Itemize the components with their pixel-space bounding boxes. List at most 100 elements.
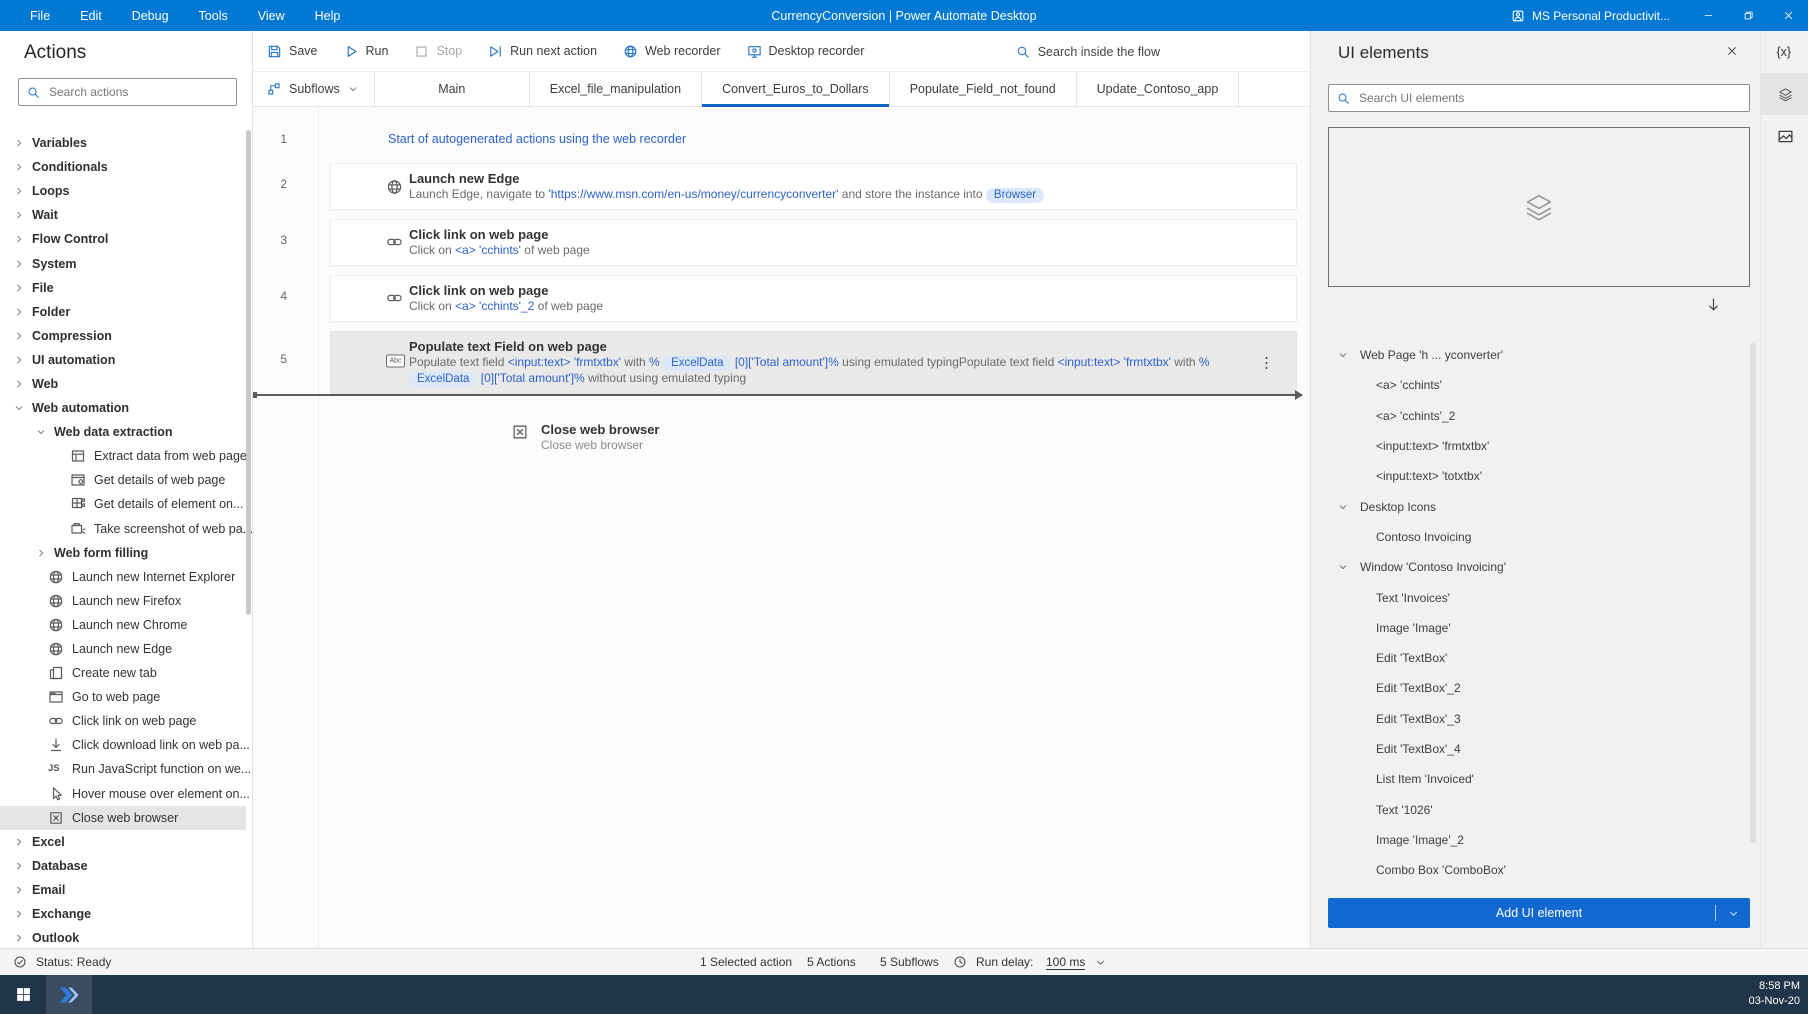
ui-elements-search-input[interactable] bbox=[1357, 90, 1741, 106]
sidebar-item-compression[interactable]: Compression bbox=[0, 324, 246, 348]
chevron-down-icon[interactable] bbox=[1728, 908, 1739, 919]
strip-variables-icon[interactable]: {x} bbox=[1761, 31, 1808, 73]
tab-convert-euros-to-dollars[interactable]: Convert_Euros_to_Dollars bbox=[702, 72, 890, 106]
ui-element-web-page-h-yconverter[interactable]: Web Page 'h ... yconverter' bbox=[1311, 340, 1746, 370]
sidebar-item-create-new-tab[interactable]: Create new tab bbox=[0, 661, 246, 685]
actions-search[interactable] bbox=[18, 78, 237, 106]
ui-element-image-image-2[interactable]: Image 'Image'_2 bbox=[1311, 825, 1746, 855]
account-label[interactable]: MS Personal Productivit... bbox=[1532, 9, 1670, 23]
ui-element-image-image[interactable]: Image 'Image' bbox=[1311, 613, 1746, 643]
strip-image-icon[interactable] bbox=[1761, 115, 1808, 157]
sidebar-item-folder[interactable]: Folder bbox=[0, 300, 246, 324]
sidebar-item-wait[interactable]: Wait bbox=[0, 203, 246, 227]
menu-view[interactable]: View bbox=[258, 9, 285, 23]
strip-layers-icon[interactable] bbox=[1761, 73, 1808, 115]
ui-element-edit-textbox-2[interactable]: Edit 'TextBox'_2 bbox=[1311, 673, 1746, 703]
ui-elements-scrollbar[interactable] bbox=[1750, 343, 1756, 843]
sidebar-item-flow-control[interactable]: Flow Control bbox=[0, 227, 246, 251]
sidebar-item-database[interactable]: Database bbox=[0, 854, 246, 878]
tab-excel-file-manipulation[interactable]: Excel_file_manipulation bbox=[530, 72, 702, 106]
ui-element-list-item-invoiced[interactable]: List Item 'Invoiced' bbox=[1311, 764, 1746, 794]
subflows-dropdown[interactable]: Subflows bbox=[253, 72, 375, 106]
web-recorder-button[interactable]: Web recorder bbox=[623, 44, 721, 59]
sidebar-item-excel[interactable]: Excel bbox=[0, 830, 246, 854]
sidebar-item-email[interactable]: Email bbox=[0, 878, 246, 902]
sidebar-item-variables[interactable]: Variables bbox=[0, 131, 246, 155]
minimize-button[interactable] bbox=[1688, 0, 1728, 31]
sidebar-item-go-to-web-page[interactable]: Go to web page bbox=[0, 685, 246, 709]
sidebar-item-exchange[interactable]: Exchange bbox=[0, 902, 246, 926]
sidebar-item-launch-new-internet-explorer[interactable]: Launch new Internet Explorer bbox=[0, 565, 246, 589]
sidebar-item-get-details-of-web-page[interactable]: Get details of web page bbox=[0, 468, 246, 492]
run-delay-dropdown[interactable] bbox=[1095, 957, 1106, 971]
ui-element-combo-box-combobox[interactable]: Combo Box 'ComboBox' bbox=[1311, 855, 1746, 885]
ui-element-window-contoso-invoicing[interactable]: Window 'Contoso Invoicing' bbox=[1311, 552, 1746, 582]
ui-element-edit-textbox-3[interactable]: Edit 'TextBox'_3 bbox=[1311, 704, 1746, 734]
sidebar-item-web[interactable]: Web bbox=[0, 372, 246, 396]
sidebar-item-close-web-browser[interactable]: Close web browser bbox=[0, 806, 246, 830]
run-button[interactable]: Run bbox=[344, 44, 389, 59]
ui-element-contoso-invoicing[interactable]: Contoso Invoicing bbox=[1311, 522, 1746, 552]
sidebar-item-web-data-extraction[interactable]: Web data extraction bbox=[0, 420, 246, 444]
row-menu-button[interactable]: ⋮ bbox=[1259, 355, 1274, 370]
add-ui-element-button[interactable]: Add UI element bbox=[1328, 898, 1750, 928]
desktop-recorder-button[interactable]: Desktop recorder bbox=[747, 44, 865, 59]
sidebar-item-launch-new-firefox[interactable]: Launch new Firefox bbox=[0, 589, 246, 613]
sidebar-item-label: Web data extraction bbox=[54, 425, 173, 439]
menu-help[interactable]: Help bbox=[315, 9, 341, 23]
sidebar-item-launch-new-edge[interactable]: Launch new Edge bbox=[0, 637, 246, 661]
run-delay-value[interactable]: 100 ms bbox=[1046, 955, 1085, 970]
flow-comment-row[interactable]: Start of autogenerated actions using the… bbox=[388, 132, 686, 146]
ui-element-text-1026[interactable]: Text '1026' bbox=[1311, 794, 1746, 824]
sidebar-item-conditionals[interactable]: Conditionals bbox=[0, 155, 246, 179]
ui-element-input-text-totxtbx[interactable]: <input:text> 'totxtbx' bbox=[1311, 461, 1746, 491]
menu-file[interactable]: File bbox=[30, 9, 50, 23]
tab-main[interactable]: Main bbox=[375, 72, 530, 106]
sidebar-item-web-automation[interactable]: Web automation bbox=[0, 396, 246, 420]
tab-populate-field-not-found[interactable]: Populate_Field_not_found bbox=[890, 72, 1077, 106]
sidebar-item-web-form-filling[interactable]: Web form filling bbox=[0, 541, 246, 565]
menu-tools[interactable]: Tools bbox=[199, 9, 228, 23]
actions-scrollbar[interactable] bbox=[246, 130, 251, 615]
sidebar-item-click-link-on-web-page[interactable]: Click link on web page bbox=[0, 709, 246, 733]
flow-action-row-5[interactable]: AbcPopulate text Field on web pagePopula… bbox=[330, 331, 1297, 394]
ui-element-a-cchints-2[interactable]: <a> 'cchints'_2 bbox=[1311, 401, 1746, 431]
close-panel-button[interactable] bbox=[1726, 44, 1744, 62]
taskbar-power-automate-app[interactable] bbox=[46, 975, 92, 1014]
menu-debug[interactable]: Debug bbox=[132, 9, 169, 23]
sidebar-item-loops[interactable]: Loops bbox=[0, 179, 246, 203]
sidebar-item-take-screenshot-of-web-pa[interactable]: Take screenshot of web pa... bbox=[0, 517, 246, 541]
description-segment: [0]['Total amount']% bbox=[731, 355, 838, 369]
actions-search-input[interactable] bbox=[47, 84, 228, 100]
sidebar-item-run-javascript-function-on-we[interactable]: JSRun JavaScript function on we... bbox=[0, 757, 246, 781]
ui-element-input-text-frmtxtbx[interactable]: <input:text> 'frmtxtbx' bbox=[1311, 431, 1746, 461]
sidebar-item-ui-automation[interactable]: UI automation bbox=[0, 348, 246, 372]
ui-element-edit-textbox-4[interactable]: Edit 'TextBox'_4 bbox=[1311, 734, 1746, 764]
start-button[interactable] bbox=[0, 975, 46, 1014]
save-button[interactable]: Save bbox=[267, 44, 318, 59]
sidebar-item-launch-new-chrome[interactable]: Launch new Chrome bbox=[0, 613, 246, 637]
sidebar-item-get-details-of-element-on[interactable]: Get details of element on... bbox=[0, 492, 246, 516]
ui-element-text-invoices[interactable]: Text 'Invoices' bbox=[1311, 582, 1746, 612]
ui-element-edit-textbox[interactable]: Edit 'TextBox' bbox=[1311, 643, 1746, 673]
ui-element-a-cchints[interactable]: <a> 'cchints' bbox=[1311, 370, 1746, 400]
stop-button[interactable]: Stop bbox=[414, 44, 462, 59]
restore-button[interactable] bbox=[1728, 0, 1768, 31]
taskbar-clock[interactable]: 8:58 PM 03-Nov-20 bbox=[1749, 979, 1800, 1009]
sidebar-item-file[interactable]: File bbox=[0, 276, 246, 300]
search-inside-flow[interactable]: Search inside the flow bbox=[1016, 31, 1160, 72]
flow-action-row-2[interactable]: Launch new EdgeLaunch Edge, navigate to … bbox=[330, 163, 1297, 210]
ui-elements-search[interactable] bbox=[1328, 84, 1750, 112]
tab-update-contoso-app[interactable]: Update_Contoso_app bbox=[1077, 72, 1240, 106]
run-next-action-button[interactable]: Run next action bbox=[488, 44, 597, 59]
flow-action-row-3[interactable]: Click link on web pageClick on <a> 'cchi… bbox=[330, 219, 1297, 266]
sidebar-item-extract-data-from-web-page[interactable]: Extract data from web page bbox=[0, 444, 246, 468]
sidebar-item-system[interactable]: System bbox=[0, 251, 246, 275]
ui-element-desktop-icons[interactable]: Desktop Icons bbox=[1311, 491, 1746, 521]
sidebar-item-hover-mouse-over-element-on[interactable]: Hover mouse over element on... bbox=[0, 782, 246, 806]
sidebar-item-outlook[interactable]: Outlook bbox=[0, 926, 246, 950]
sidebar-item-click-download-link-on-web-pa[interactable]: Click download link on web pa... bbox=[0, 733, 246, 757]
flow-action-row-4[interactable]: Click link on web pageClick on <a> 'cchi… bbox=[330, 275, 1297, 322]
menu-edit[interactable]: Edit bbox=[80, 9, 102, 23]
close-button[interactable] bbox=[1768, 0, 1808, 31]
